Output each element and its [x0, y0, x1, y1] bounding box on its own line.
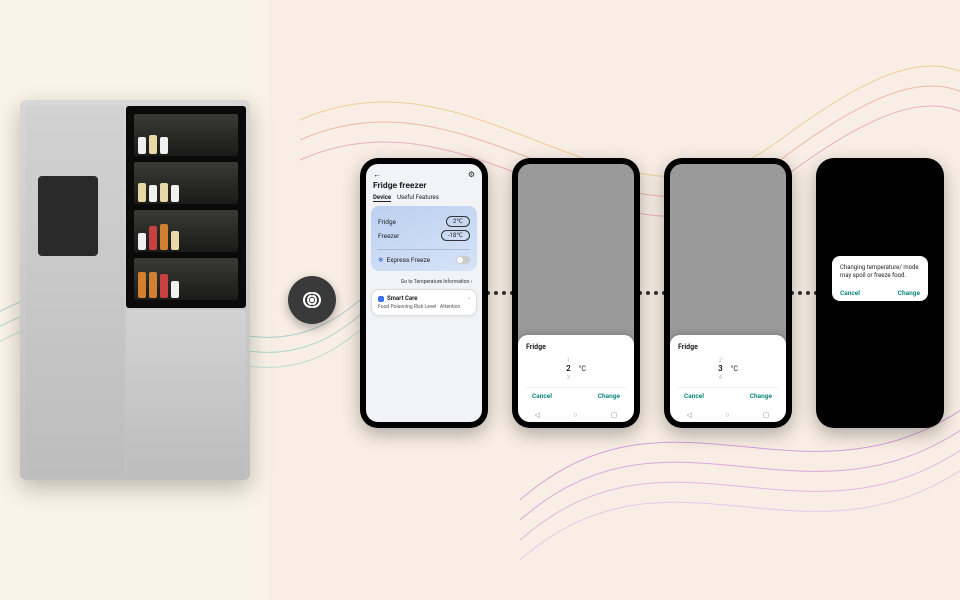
dialog-message: Changing temperature/ mode may spoil or … [840, 264, 920, 279]
freezer-temp-pill[interactable]: -18℃ [441, 230, 470, 241]
android-navbar: ◁○▢ [518, 408, 634, 422]
temperature-spinner[interactable]: 2 3 4 °C [678, 357, 778, 381]
change-button[interactable]: Change [598, 392, 620, 400]
smart-care-icon [378, 296, 384, 302]
unit-label: °C [579, 365, 586, 373]
fridge-temp-pill[interactable]: 2℃ [446, 216, 470, 227]
flow-connector [638, 291, 666, 295]
sheet-title: Fridge [678, 343, 778, 351]
temperature-spinner[interactable]: 1 2 3 °C [526, 357, 626, 381]
flow-connector [790, 291, 818, 295]
flow-connector [486, 291, 514, 295]
sheet-title: Fridge [526, 343, 626, 351]
temperature-card: Fridge 2℃ Freezer -18℃ ❄ Express Freeze [371, 206, 477, 271]
refrigerator-image [20, 100, 250, 480]
fridge-label: Fridge [378, 218, 396, 226]
express-freeze-toggle[interactable] [456, 256, 470, 264]
fridge-temp-sheet: Fridge 1 2 3 °C Cancel Change [518, 335, 634, 408]
cancel-button[interactable]: Cancel [532, 392, 552, 400]
tab-device[interactable]: Device [373, 194, 391, 202]
instaview-window [126, 106, 246, 308]
smart-care-subtitle: Food Poisoning Risk Level · Attention [378, 304, 470, 310]
freezer-label: Freezer [378, 232, 399, 240]
change-button[interactable]: Change [898, 289, 920, 297]
phone-step-1: ← ⚙ Fridge freezer Device Useful Feature… [360, 158, 488, 428]
change-button[interactable]: Change [750, 392, 772, 400]
phone-step-3: Fridge 2 3 4 °C Cancel Change ◁○▢ [664, 158, 792, 428]
tab-useful-features[interactable]: Useful Features [397, 194, 439, 202]
back-icon[interactable]: ← [373, 170, 381, 179]
screen-title: Fridge freezer [366, 181, 482, 194]
phone-step-4: Changing temperature/ mode may spoil or … [816, 158, 944, 428]
water-dispenser [38, 176, 98, 256]
cancel-button[interactable]: Cancel [840, 289, 860, 297]
wireless-icon [288, 276, 336, 324]
fridge-temp-sheet: Fridge 2 3 4 °C Cancel Change [670, 335, 786, 408]
confirm-dialog: Changing temperature/ mode may spoil or … [832, 256, 928, 301]
snowflake-icon: ❄ [378, 256, 383, 264]
temperature-info-link[interactable]: Go to Temperature Information › [376, 279, 472, 285]
cancel-button[interactable]: Cancel [684, 392, 704, 400]
unit-label: °C [731, 365, 738, 373]
phone-step-2: Fridge 1 2 3 °C Cancel Change ◁○▢ [512, 158, 640, 428]
smart-care-card[interactable]: Smart Care› Food Poisoning Risk Level · … [371, 289, 477, 316]
android-navbar: ◁○▢ [670, 408, 786, 422]
express-freeze-label: Express Freeze [386, 256, 430, 264]
settings-icon[interactable]: ⚙ [468, 170, 475, 179]
